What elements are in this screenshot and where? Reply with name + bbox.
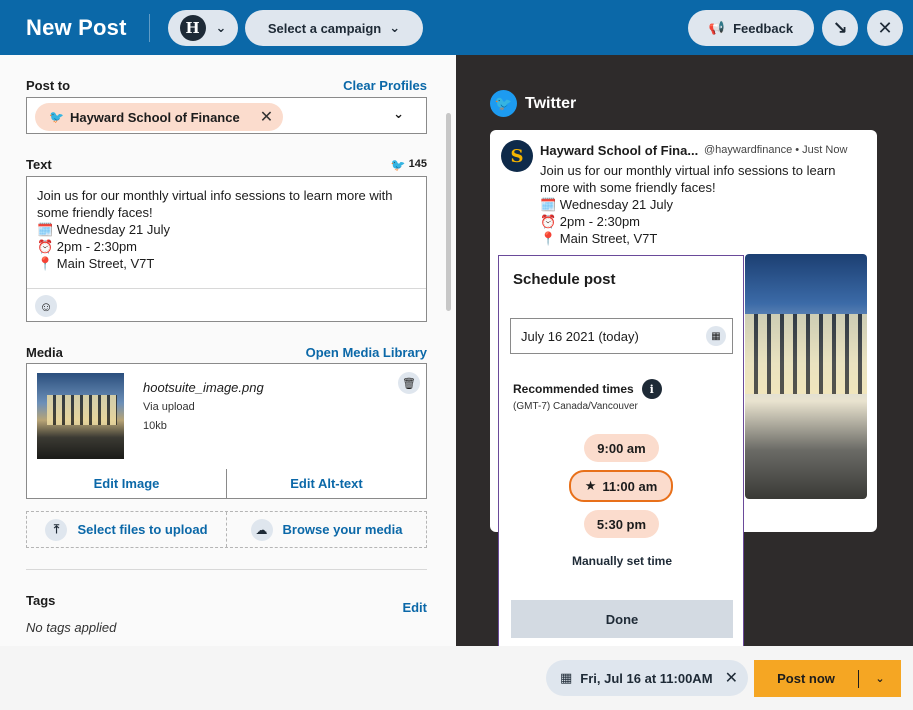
text-line: ⏰ 2pm - 2:30pm	[37, 239, 138, 254]
text-line: 🗓️ Wednesday 21 July	[37, 222, 171, 237]
post-to-label: Post to	[26, 78, 71, 93]
tweet-line: 🗓️ Wednesday 21 July	[540, 197, 674, 212]
time-option-button-selected[interactable]: ★ 11:00 am	[569, 470, 673, 502]
cloud-upload-icon: ☁	[250, 518, 273, 541]
profile-chip: 🐦 Hayward School of Finance ✕	[35, 103, 284, 131]
tweet-line: Join us for our monthly virtual info ses…	[540, 163, 836, 178]
feedback-button[interactable]: 📢 Feedback	[688, 10, 814, 46]
text-line: Join us for our monthly virtual info ses…	[37, 188, 393, 203]
composer-panel: Post to Clear Profiles 🐦 Hayward School …	[0, 55, 456, 646]
browse-media-button[interactable]: ☁ Browse your media	[226, 512, 426, 547]
divider	[26, 569, 427, 570]
minimize-button[interactable]: ↘	[822, 10, 858, 46]
profile-selector-button[interactable]: H ⌄	[168, 10, 238, 46]
smiley-icon: ☺	[39, 298, 53, 314]
scrollbar[interactable]	[446, 113, 451, 311]
twitter-bird-icon: 🐦	[49, 110, 64, 124]
delete-media-button[interactable]: 🗑	[398, 372, 420, 394]
time-option-button[interactable]: 5:30 pm	[584, 510, 659, 538]
megaphone-icon: 📢	[708, 20, 726, 35]
media-source: Via upload	[143, 401, 195, 413]
tweet-line: more with some friendly faces!	[540, 180, 716, 195]
info-icon[interactable]: i	[641, 379, 662, 399]
text-label: Text	[26, 157, 52, 172]
preview-network-header: 🐦 Twitter	[490, 90, 576, 117]
edit-image-button[interactable]: Edit Image	[27, 469, 226, 498]
close-icon: ✕	[877, 17, 893, 38]
header-divider	[148, 13, 150, 42]
campaign-selector-button[interactable]: Select a campaign ⌄	[245, 10, 423, 46]
tweet-image	[745, 254, 867, 499]
time-option-button[interactable]: 9:00 am	[584, 434, 659, 462]
trash-icon: 🗑	[402, 377, 416, 390]
star-icon: ★	[584, 478, 597, 493]
media-size: 10kb	[143, 420, 167, 432]
post-now-label: Post now	[777, 671, 835, 686]
post-text-area[interactable]: Join us for our monthly virtual info ses…	[26, 176, 427, 322]
timezone-label: (GMT-7) Canada/Vancouver	[513, 401, 638, 412]
post-text: Join us for our monthly virtual info ses…	[37, 187, 417, 272]
tweet-author-name: Hayward School of Fina...	[540, 143, 699, 158]
page-title: New Post	[26, 14, 127, 40]
date-input[interactable]: July 16 2021 (today) ▦	[510, 318, 733, 354]
edit-tags-link[interactable]: Edit	[402, 600, 427, 615]
arrow-down-right-icon: ↘	[832, 17, 848, 38]
text-line: 📍 Main Street, V7T	[37, 256, 155, 271]
divider	[27, 288, 426, 289]
tags-label: Tags	[26, 593, 56, 608]
text-line: some friendly faces!	[37, 205, 153, 220]
edit-alt-text-button[interactable]: Edit Alt-text	[226, 469, 426, 498]
schedule-post-popover: Schedule post July 16 2021 (today) ▦ Rec…	[498, 255, 744, 651]
chevron-down-icon: ⌄	[389, 20, 401, 35]
post-now-button[interactable]: Post now ⌄	[754, 660, 901, 697]
manually-set-time-link[interactable]: Manually set time	[499, 554, 745, 568]
character-counter: 🐦 145	[391, 158, 427, 172]
chevron-down-icon[interactable]: ⌄	[859, 672, 901, 685]
media-thumbnail[interactable]	[37, 373, 124, 459]
media-filename: hootsuite_image.png	[143, 380, 264, 395]
twitter-bird-icon: 🐦	[390, 158, 406, 172]
tweet-line: 📍 Main Street, V7T	[540, 231, 658, 246]
twitter-icon: 🐦	[490, 90, 517, 117]
profile-chip-label: Hayward School of Finance	[69, 109, 240, 125]
profile-selector-field[interactable]: 🐦 Hayward School of Finance ✕ ⌄	[26, 97, 427, 134]
footer-bar: ▦ Fri, Jul 16 at 11:00AM ✕ Post now ⌄	[0, 646, 913, 710]
close-button[interactable]: ✕	[867, 10, 903, 46]
time-option-label: 11:00 am	[602, 478, 658, 494]
calendar-icon[interactable]: ▦	[706, 326, 726, 346]
tweet-line: ⏰ 2pm - 2:30pm	[540, 214, 641, 229]
tweet-text: Join us for our monthly virtual info ses…	[540, 162, 860, 247]
clear-schedule-icon[interactable]: ✕	[725, 668, 738, 688]
feedback-label: Feedback	[733, 20, 794, 36]
select-files-label: Select files to upload	[77, 522, 208, 537]
date-value: July 16 2021 (today)	[521, 328, 639, 344]
open-media-library-link[interactable]: Open Media Library	[306, 345, 427, 360]
tags-empty-text: No tags applied	[26, 620, 117, 635]
remove-profile-icon[interactable]: ✕	[260, 107, 273, 127]
media-actions: Edit Image Edit Alt-text	[26, 469, 427, 499]
media-label: Media	[26, 345, 63, 360]
avatar: S	[501, 140, 533, 172]
preview-network-label: Twitter	[525, 94, 577, 112]
scheduled-time-label: Fri, Jul 16 at 11:00AM	[580, 670, 713, 686]
done-button[interactable]: Done	[511, 600, 733, 638]
upload-row: ⤒ Select files to upload ☁ Browse your m…	[26, 511, 427, 548]
scheduled-time-pill[interactable]: ▦ Fri, Jul 16 at 11:00AM ✕	[546, 660, 748, 696]
select-files-button[interactable]: ⤒ Select files to upload	[27, 512, 226, 547]
recommended-times-heading: Recommended times i	[513, 379, 662, 399]
schedule-title: Schedule post	[513, 271, 616, 288]
chevron-down-icon: ⌄	[215, 20, 227, 35]
brand-logo-icon: H	[179, 15, 206, 41]
upload-icon: ⤒	[45, 518, 68, 541]
chevron-down-icon[interactable]: ⌄	[393, 106, 404, 122]
calendar-icon: ▦	[560, 670, 573, 685]
media-attachment-card: hootsuite_image.png Via upload 10kb 🗑	[26, 363, 427, 470]
char-count: 145	[408, 158, 427, 170]
browse-media-label: Browse your media	[282, 522, 403, 537]
campaign-label: Select a campaign	[267, 20, 382, 36]
emoji-picker-button[interactable]: ☺	[35, 295, 57, 317]
clear-profiles-link[interactable]: Clear Profiles	[343, 78, 427, 93]
tweet-meta: @haywardfinance • Just Now	[704, 144, 848, 156]
recommended-times-label: Recommended times	[513, 382, 634, 396]
